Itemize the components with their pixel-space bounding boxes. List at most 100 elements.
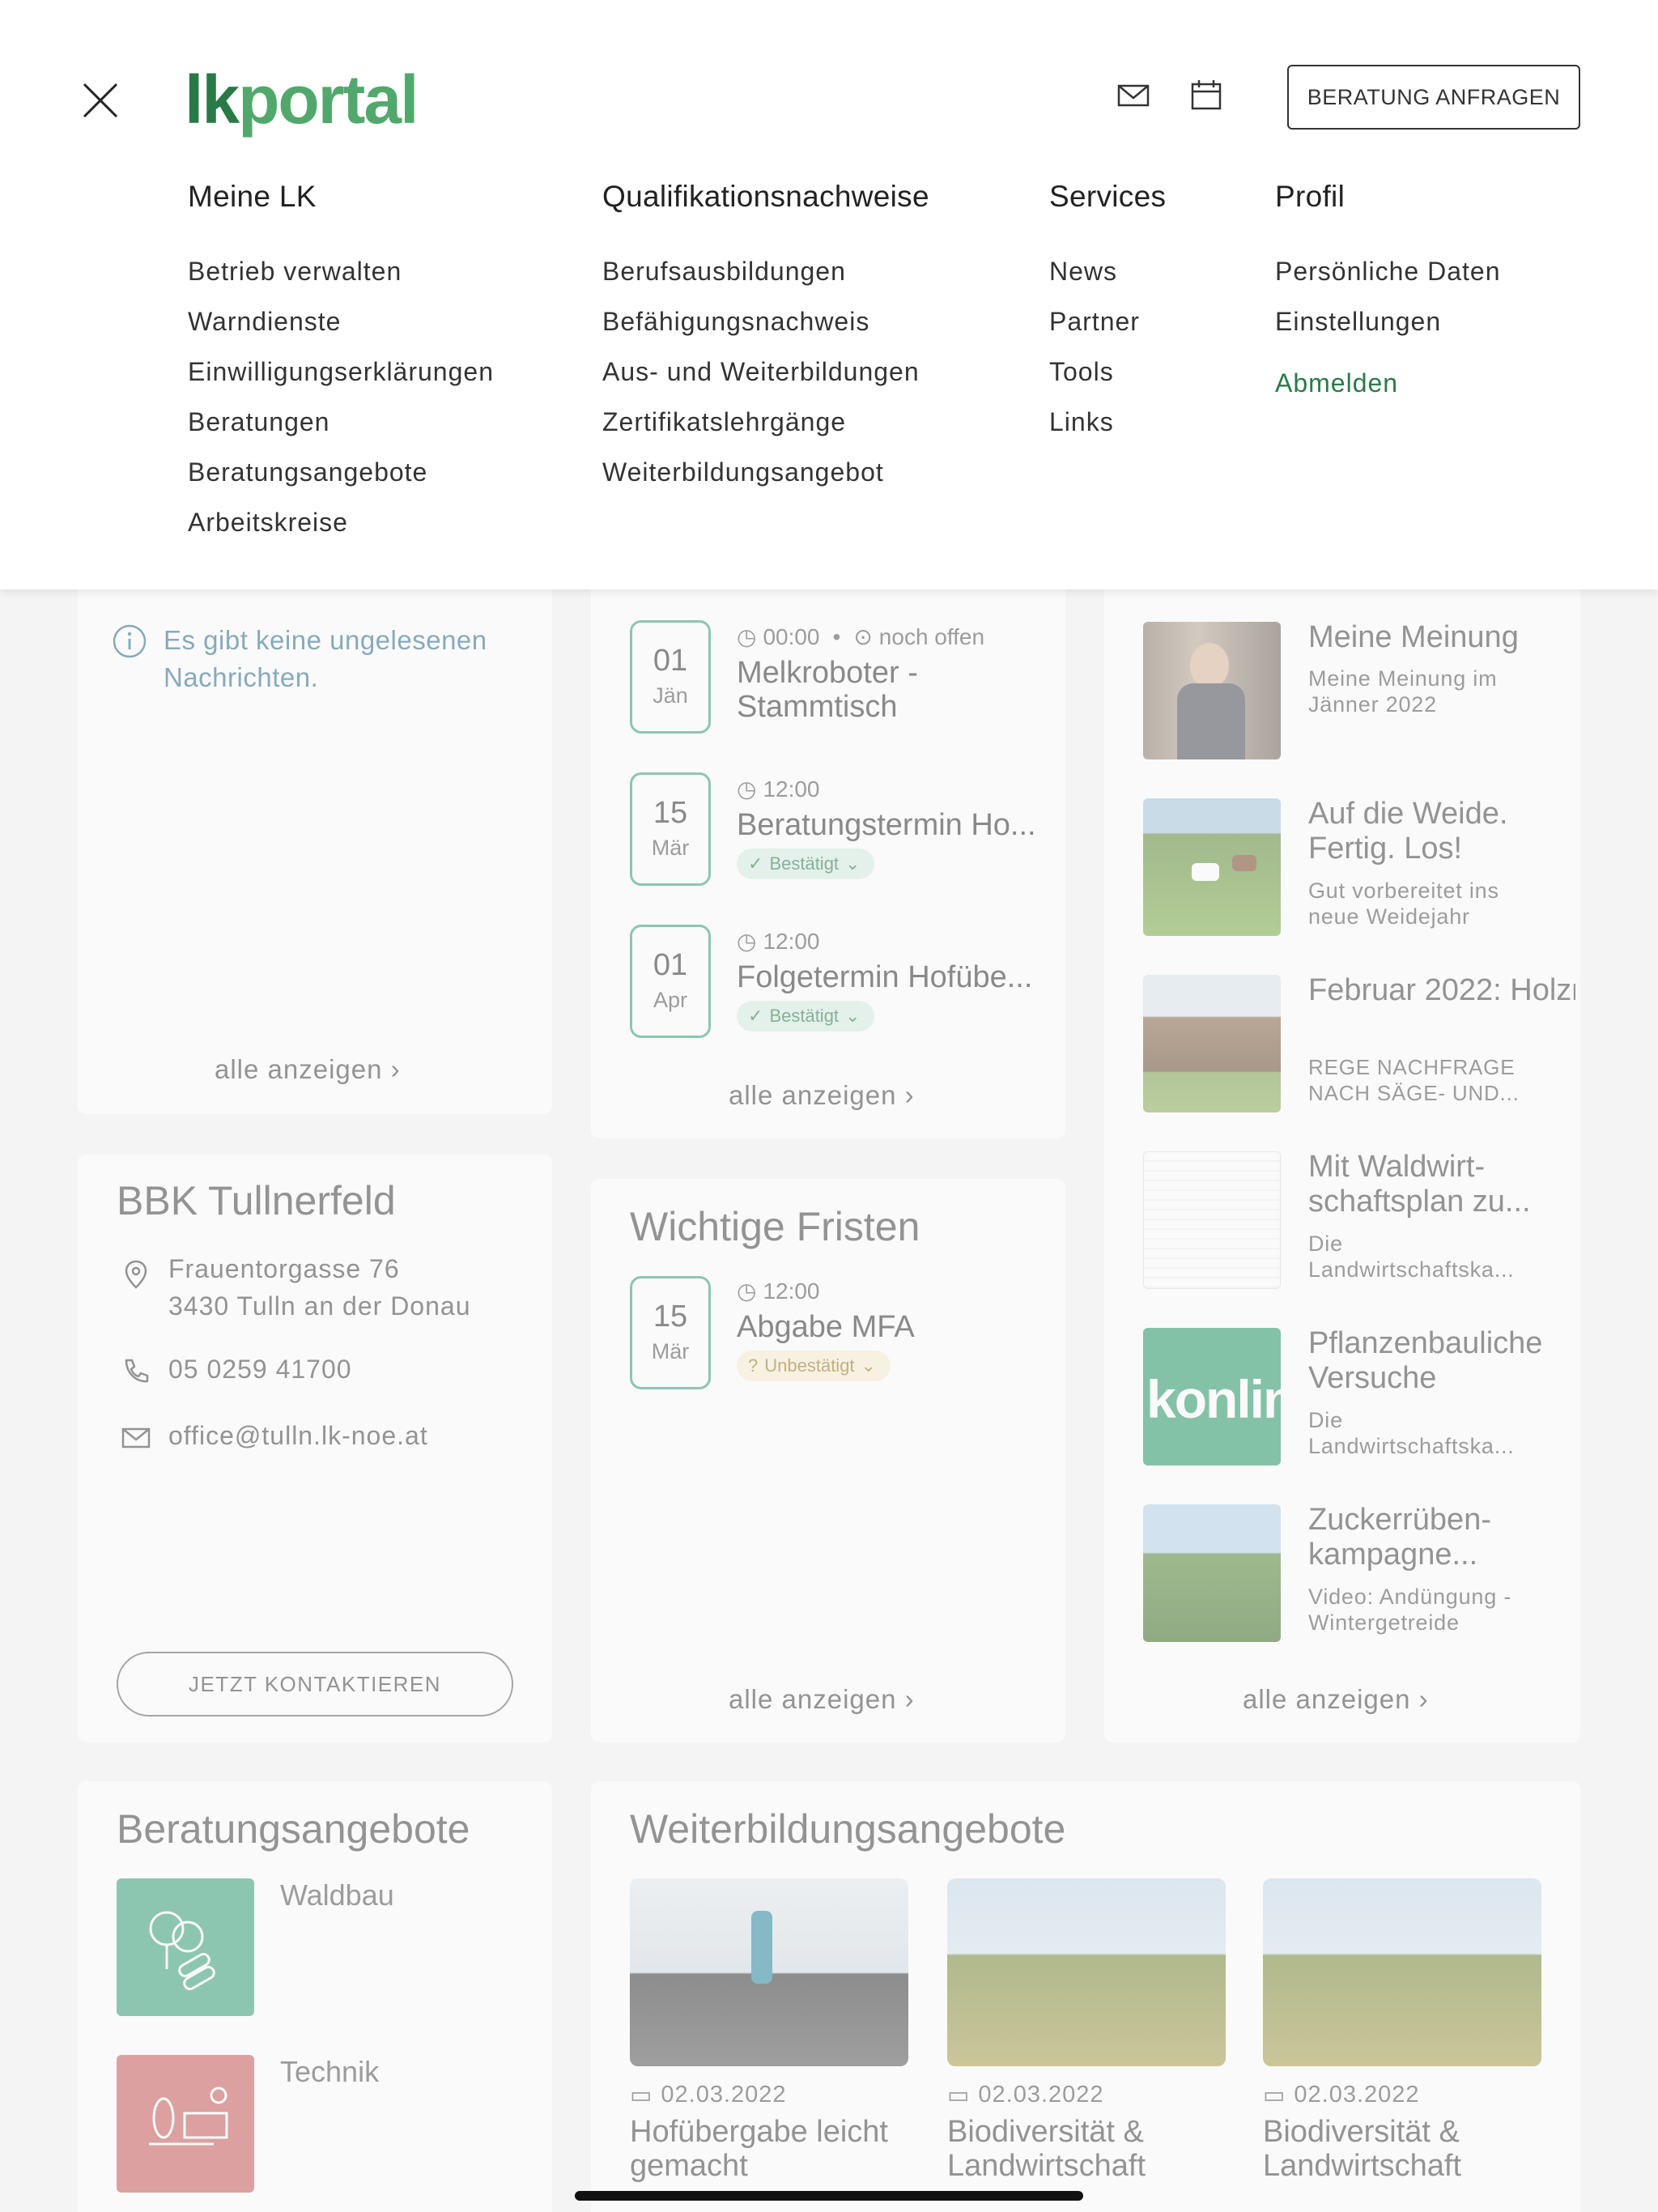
offers-title: Beratungsangebote: [117, 1806, 470, 1852]
menu-column-qualifikationsnachweise: Qualifikationsnachweise Berufsausbildung…: [602, 180, 929, 497]
office-email[interactable]: office@tulln.lk-noe.at: [168, 1417, 428, 1454]
offer-label-technik[interactable]: Technik: [280, 2055, 379, 2089]
menu-item-warndienste[interactable]: Warndienste: [188, 296, 494, 347]
clock-icon: ◷: [737, 776, 757, 802]
tree-icon: [149, 1911, 215, 1990]
calendar-button[interactable]: [1187, 76, 1226, 115]
close-menu-button[interactable]: [78, 78, 123, 123]
menu-heading: Meine LK: [188, 180, 317, 213]
status-badge-confirmed[interactable]: ✓ Bestätigt ⌄: [737, 1001, 875, 1032]
no-messages-info: Es gibt keine ungelesenen Nachrichten.: [112, 622, 533, 696]
calendar-icon: ▭: [1263, 2082, 1286, 2108]
deadline-meta: ◷ 12:00: [737, 1278, 820, 1304]
news-subtitle: Die Landwirtschaftska...: [1308, 1231, 1515, 1282]
news-subtitle: Video: Andüngung - Wintergetreide: [1308, 1585, 1512, 1635]
menu-item-tools[interactable]: Tools: [1049, 347, 1166, 397]
news-thumbnail-portrait: [1143, 622, 1281, 759]
mail-icon: [121, 1427, 151, 1448]
news-item[interactable]: Meine Meinung Meine Meinung im Jänner 20…: [1143, 620, 1596, 759]
training-image-field-group[interactable]: [947, 1878, 1226, 2066]
lkportal-logo[interactable]: lkportal: [185, 63, 419, 136]
news-title: Pflanzenbauliche Versuche: [1308, 1326, 1543, 1395]
home-indicator[interactable]: [575, 2191, 1083, 2201]
appointment-title-2[interactable]: Beratungstermin Ho...: [737, 808, 1044, 842]
news-item[interactable]: konline Pflanzenbauliche Versuche Die La…: [1143, 1326, 1596, 1465]
deadline-title[interactable]: Abgabe MFA: [737, 1310, 1028, 1344]
messages-button[interactable]: [1114, 76, 1153, 115]
menu-column-services: Services News Partner Tools Links: [1049, 180, 1166, 447]
menu-item-arbeitskreise[interactable]: Arbeitskreise: [188, 497, 494, 547]
contact-now-button[interactable]: JETZT KONTAKTIEREN: [117, 1652, 513, 1716]
messages-show-all-link[interactable]: alle anzeigen ›: [215, 1054, 401, 1085]
news-title: Zuckerrüben-kampagne...: [1308, 1503, 1491, 1572]
menu-item-news[interactable]: News: [1049, 246, 1166, 296]
office-city: 3430 Tulln an der Donau: [168, 1291, 471, 1321]
appointment-date-3: 01 Apr: [630, 925, 711, 1038]
corn-solar-icon: [149, 2087, 228, 2146]
main-menu: lkportal BERATUNG ANFRAGEN Meine LK Betr…: [0, 0, 1658, 589]
status-badge-confirmed[interactable]: ✓ Bestätigt ⌄: [737, 849, 875, 879]
chevron-down-icon: ⌄: [845, 1006, 861, 1026]
menu-item-links[interactable]: Links: [1049, 397, 1166, 447]
menu-item-beratungen[interactable]: Beratungen: [188, 397, 494, 447]
question-icon: ?: [748, 1355, 759, 1376]
chevron-down-icon: ⌄: [861, 1355, 876, 1376]
menu-item-berufsausbildungen[interactable]: Berufsausbildungen: [602, 246, 929, 296]
calendar-icon: [1191, 80, 1222, 110]
news-title: Auf die Weide. Fertig. Los!: [1308, 797, 1508, 866]
news-item[interactable]: Mit Waldwirt-schaftsplan zu... Die Landw…: [1143, 1150, 1596, 1289]
offer-tile-waldbau[interactable]: [117, 1878, 254, 2016]
news-item[interactable]: Auf die Weide. Fertig. Los! Gut vorberei…: [1143, 797, 1596, 936]
news-subtitle: REGE NACHFRAGE NACH SÄGE- UND...: [1308, 1055, 1520, 1105]
menu-item-befaehigungsnachweis[interactable]: Befähigungsnachweis: [602, 296, 929, 347]
news-show-all-link[interactable]: alle anzeigen ›: [1243, 1684, 1429, 1715]
menu-item-einstellungen[interactable]: Einstellungen: [1275, 296, 1500, 347]
appointment-meta-1: ◷ 00:00 • ⊙ noch offen: [737, 623, 985, 650]
status-badge-unconfirmed[interactable]: ? Unbestätigt ⌄: [737, 1351, 891, 1381]
menu-item-aus-und-weiterbildungen[interactable]: Aus- und Weiterbildungen: [602, 347, 929, 397]
menu-heading: Qualifikationsnachweise: [602, 180, 929, 213]
appointment-date-1: 01 Jän: [630, 620, 711, 734]
appointment-title-3[interactable]: Folgetermin Hofübe...: [737, 960, 1044, 994]
location-pin-icon: ⊙: [853, 624, 873, 649]
menu-item-persoenliche-daten[interactable]: Persönliche Daten: [1275, 246, 1500, 296]
offer-tile-technik[interactable]: [117, 2055, 254, 2193]
trainings-title: Weiterbildungsangebote: [630, 1806, 1066, 1852]
training-image-field-group[interactable]: [1263, 1878, 1541, 2066]
menu-item-beratungsangebote[interactable]: Beratungsangebote: [188, 447, 494, 497]
menu-item-partner[interactable]: Partner: [1049, 296, 1166, 347]
close-icon: [83, 83, 118, 118]
menu-column-meine-lk: Meine LK Betrieb verwalten Warndienste E…: [188, 180, 494, 547]
check-icon: ✓: [748, 853, 763, 874]
no-messages-text: Es gibt keine ungelesenen Nachrichten.: [164, 625, 487, 692]
appointments-show-all-link[interactable]: alle anzeigen ›: [729, 1080, 915, 1111]
training-date: ▭ 02.03.2022: [1263, 2082, 1420, 2108]
deadlines-show-all-link[interactable]: alle anzeigen ›: [729, 1684, 915, 1715]
news-item[interactable]: Zuckerrüben-kampagne... Video: Andüngung…: [1143, 1503, 1596, 1642]
training-date: ▭ 02.03.2022: [630, 2082, 787, 2108]
office-phone[interactable]: 05 0259 41700: [168, 1351, 352, 1388]
news-title: Februar 2022: Holzmarktberic...: [1308, 973, 1575, 1007]
menu-item-betrieb-verwalten[interactable]: Betrieb verwalten: [188, 246, 494, 296]
news-item[interactable]: Februar 2022: Holzmarktberic... REGE NAC…: [1143, 973, 1596, 1112]
menu-item-zertifikatslehrgaenge[interactable]: Zertifikatslehrgänge: [602, 397, 929, 447]
menu-item-weiterbildungsangebot[interactable]: Weiterbildungsangebot: [602, 447, 929, 497]
appointment-meta-2: ◷ 12:00: [737, 776, 820, 802]
training-date: ▭ 02.03.2022: [947, 2082, 1104, 2108]
training-title[interactable]: Biodiversität & Landwirtschaft: [947, 2115, 1226, 2183]
clock-icon: ◷: [737, 929, 757, 954]
deadlines-card: [591, 1179, 1065, 1742]
news-subtitle: Die Landwirtschaftska...: [1308, 1408, 1515, 1458]
offer-label-waldbau[interactable]: Waldbau: [280, 1878, 394, 1912]
training-title[interactable]: Hofübergabe leicht gemacht: [630, 2115, 908, 2183]
request-consultation-button[interactable]: BERATUNG ANFRAGEN: [1287, 65, 1580, 130]
menu-item-einwilligungserklaerungen[interactable]: Einwilligungserklärungen: [188, 347, 494, 397]
logout-link[interactable]: Abmelden: [1275, 358, 1500, 408]
news-thumbnail-konline: konline: [1143, 1328, 1281, 1465]
news-subtitle: Gut vorbereitet ins neue Weidejahr: [1308, 878, 1499, 929]
appointment-title-1[interactable]: Melkroboter - Stammtisch: [737, 656, 1028, 724]
training-image-seminar[interactable]: [630, 1878, 908, 2066]
training-title[interactable]: Biodiversität & Landwirtschaft: [1263, 2115, 1541, 2183]
appointment-meta-3: ◷ 12:00: [737, 928, 820, 955]
news-thumbnail-field: [1143, 1504, 1281, 1642]
